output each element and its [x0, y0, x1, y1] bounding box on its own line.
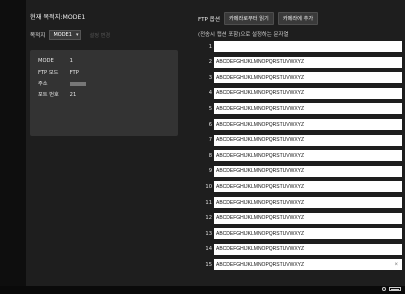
caption-value: ABCDEFGHIJKLMNOPQRSTUVWXYZ	[216, 183, 305, 190]
caption-row: 13 ABCDEFGHIJKLMNOPQRSTUVWXYZ	[198, 228, 404, 240]
ftp-options-label: FTP 옵션	[198, 16, 220, 23]
caption-number: 7	[208, 137, 212, 144]
info-value: 21	[69, 92, 77, 98]
info-row-address: 주소	[38, 80, 86, 87]
chevron-down-icon: ▾	[75, 32, 79, 38]
caption-input[interactable]: ABCDEFGHIJKLMNOPQRSTUVWXYZ	[214, 228, 402, 240]
caption-input[interactable]	[214, 41, 402, 52]
info-key: MODE	[38, 58, 54, 64]
caption-row: 5 ABCDEFGHIJKLMNOPQRSTUVWXYZ	[198, 103, 404, 115]
caption-input[interactable]: ABCDEFGHIJKLMNOPQRSTUVWXYZ	[214, 150, 402, 162]
change-settings-button[interactable]: 설정 변경	[89, 32, 110, 39]
info-key: FTP 모드	[38, 70, 59, 76]
caption-number: 4	[208, 90, 212, 97]
caption-value: ABCDEFGHIJKLMNOPQRSTUVWXYZ	[216, 246, 305, 253]
caption-number: 5	[208, 105, 212, 112]
caption-value: ABCDEFGHIJKLMNOPQRSTUVWXYZ	[216, 152, 305, 159]
caption-number: 14	[205, 246, 212, 253]
caption-value: ABCDEFGHIJKLMNOPQRSTUVWXYZ	[216, 199, 305, 206]
caption-row: 12 ABCDEFGHIJKLMNOPQRSTUVWXYZ	[198, 212, 404, 224]
caption-input[interactable]: ABCDEFGHIJKLMNOPQRSTUVWXYZ	[214, 119, 402, 130]
caption-value: ABCDEFGHIJKLMNOPQRSTUVWXYZ	[216, 121, 305, 128]
ftp-options-panel: FTP 옵션 카메라로부터 읽기 카메라에 추가 (전송시 캡션 포함)으로 설…	[198, 0, 404, 286]
caption-row: 1	[198, 41, 404, 52]
read-from-camera-button[interactable]: 카메라로부터 읽기	[223, 12, 274, 25]
caption-number: 8	[208, 152, 212, 159]
info-value: FTP	[69, 70, 79, 76]
battery-icon	[389, 287, 401, 291]
caption-input[interactable]: ABCDEFGHIJKLMNOPQRSTUVWXYZ	[214, 197, 402, 208]
caption-number: 1	[208, 43, 212, 50]
destination-select-value: MODE1	[53, 32, 72, 38]
caption-number: 9	[208, 168, 212, 175]
caption-input[interactable]: ABCDEFGHIJKLMNOPQRSTUVWXYZ	[214, 243, 402, 255]
caption-row: 10 ABCDEFGHIJKLMNOPQRSTUVWXYZ	[198, 181, 404, 193]
caption-row: 7 ABCDEFGHIJKLMNOPQRSTUVWXYZ	[198, 134, 404, 146]
status-dot-icon	[382, 287, 386, 291]
caption-number: 3	[208, 74, 212, 81]
info-row-mode: MODE 1	[38, 58, 73, 64]
caption-value: ABCDEFGHIJKLMNOPQRSTUVWXYZ	[216, 230, 305, 237]
caption-number: 10	[205, 183, 212, 190]
status-bar	[0, 286, 405, 294]
info-key: 주소	[38, 81, 48, 87]
caption-row: 6 ABCDEFGHIJKLMNOPQRSTUVWXYZ	[198, 119, 404, 130]
caption-value: ABCDEFGHIJKLMNOPQRSTUVWXYZ	[216, 261, 305, 268]
caption-input[interactable]: ABCDEFGHIJKLMNOPQRSTUVWXYZ	[214, 134, 402, 146]
info-key: 포트 번호	[38, 92, 59, 98]
info-row-port: 포트 번호 21	[38, 91, 76, 98]
caption-hint: (전송시 캡션 포함)으로 설정하는 문자열	[198, 32, 289, 38]
caption-row: 14 ABCDEFGHIJKLMNOPQRSTUVWXYZ	[198, 243, 404, 255]
info-row-ftp-mode: FTP 모드 FTP	[38, 69, 79, 76]
destination-label: 목적지	[30, 33, 46, 39]
destination-panel: 현재 목적지:MODE1 목적지 MODE1 ▾ 설정 변경 MODE 1 FT…	[26, 0, 186, 286]
destination-select[interactable]: MODE1 ▾	[49, 30, 82, 40]
caption-number: 12	[205, 215, 212, 222]
caption-input[interactable]: ABCDEFGHIJKLMNOPQRSTUVWXYZ	[214, 165, 402, 177]
caption-row: 4 ABCDEFGHIJKLMNOPQRSTUVWXYZ	[198, 87, 404, 99]
caption-number: 13	[205, 230, 212, 237]
caption-input[interactable]: ABCDEFGHIJKLMNOPQRSTUVWXYZ	[214, 103, 402, 115]
add-to-camera-button[interactable]: 카메라에 추가	[277, 12, 319, 25]
caption-number: 11	[205, 199, 212, 206]
redacted-address	[69, 81, 86, 86]
caption-value: ABCDEFGHIJKLMNOPQRSTUVWXYZ	[216, 74, 305, 81]
caption-row: 8 ABCDEFGHIJKLMNOPQRSTUVWXYZ	[198, 150, 404, 162]
status-icons	[382, 287, 401, 291]
caption-input[interactable]: ABCDEFGHIJKLMNOPQRSTUVWXYZ	[214, 87, 402, 99]
clear-icon[interactable]: ×	[394, 262, 398, 268]
caption-value: ABCDEFGHIJKLMNOPQRSTUVWXYZ	[216, 215, 305, 222]
caption-number: 6	[208, 121, 212, 128]
destination-info-box: MODE 1 FTP 모드 FTP 주소 포트 번호 21	[30, 50, 178, 136]
caption-row: 11 ABCDEFGHIJKLMNOPQRSTUVWXYZ	[198, 197, 404, 208]
caption-row: 2 ABCDEFGHIJKLMNOPQRSTUVWXYZ	[198, 56, 404, 68]
caption-input[interactable]: ABCDEFGHIJKLMNOPQRSTUVWXYZ	[214, 72, 402, 84]
caption-value: ABCDEFGHIJKLMNOPQRSTUVWXYZ	[216, 90, 305, 97]
caption-number: 15	[205, 261, 212, 268]
info-value: 1	[69, 58, 73, 64]
caption-row: 9 ABCDEFGHIJKLMNOPQRSTUVWXYZ	[198, 165, 404, 177]
caption-value: ABCDEFGHIJKLMNOPQRSTUVWXYZ	[216, 137, 305, 144]
ftp-toolbar: FTP 옵션 카메라로부터 읽기 카메라에 추가	[198, 12, 322, 25]
caption-input[interactable]: ABCDEFGHIJKLMNOPQRSTUVWXYZ ×	[214, 259, 402, 271]
current-destination-title: 현재 목적지:MODE1	[30, 14, 86, 21]
caption-input[interactable]: ABCDEFGHIJKLMNOPQRSTUVWXYZ	[214, 56, 402, 68]
caption-value: ABCDEFGHIJKLMNOPQRSTUVWXYZ	[216, 168, 305, 175]
app-window: 현재 목적지:MODE1 목적지 MODE1 ▾ 설정 변경 MODE 1 FT…	[26, 0, 405, 286]
caption-row: 3 ABCDEFGHIJKLMNOPQRSTUVWXYZ	[198, 72, 404, 84]
caption-input[interactable]: ABCDEFGHIJKLMNOPQRSTUVWXYZ	[214, 212, 402, 224]
caption-value: ABCDEFGHIJKLMNOPQRSTUVWXYZ	[216, 105, 305, 112]
caption-row: 15 ABCDEFGHIJKLMNOPQRSTUVWXYZ ×	[198, 259, 404, 271]
caption-number: 2	[208, 59, 212, 66]
caption-input[interactable]: ABCDEFGHIJKLMNOPQRSTUVWXYZ	[214, 181, 402, 193]
caption-value: ABCDEFGHIJKLMNOPQRSTUVWXYZ	[216, 59, 305, 66]
destination-row: 목적지 MODE1 ▾ 설정 변경	[30, 30, 110, 40]
